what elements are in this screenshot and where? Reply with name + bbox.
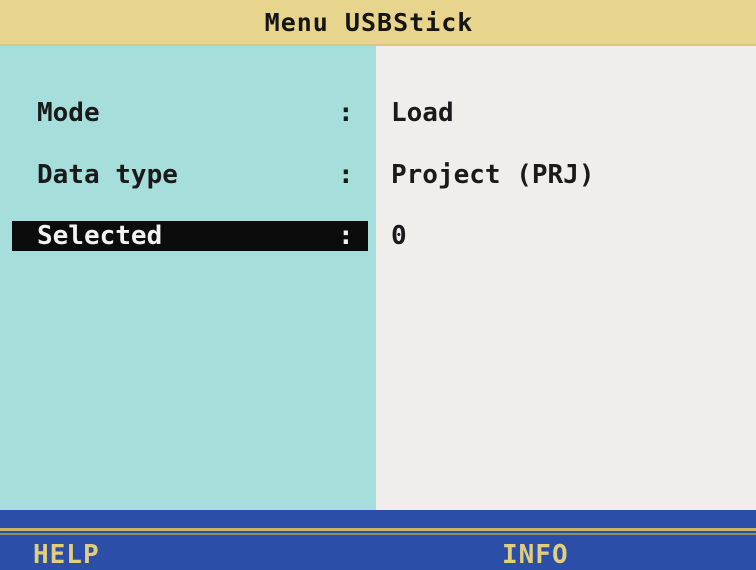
info-softkey[interactable]: INFO: [502, 540, 569, 570]
page-title: Menu USBStick: [264, 7, 474, 37]
help-softkey[interactable]: HELP: [33, 540, 100, 570]
softkey-bar-divider: [0, 528, 756, 531]
menu-row-colon: :: [338, 160, 354, 190]
usb-stick-menu-screen: Menu USBStick Mode : Load Data type : Pr…: [0, 0, 756, 570]
menu-row-colon: :: [338, 221, 354, 251]
menu-row-label: Mode: [37, 98, 100, 128]
title-bar: Menu USBStick: [0, 0, 756, 46]
menu-row-selected[interactable]: Selected :: [12, 221, 368, 251]
menu-row-colon: :: [338, 98, 354, 128]
menu-row-value-mode[interactable]: Load: [391, 98, 454, 128]
menu-row-value-data-type[interactable]: Project (PRJ): [391, 160, 595, 190]
menu-row-label: Selected: [37, 221, 163, 251]
softkey-bar: HELP INFO: [0, 510, 756, 570]
menu-row-value-selected[interactable]: 0: [391, 221, 407, 251]
menu-row-label: Data type: [37, 160, 178, 190]
softkey-bar-divider-shadow: [0, 533, 756, 535]
menu-row-mode[interactable]: Mode :: [0, 98, 376, 128]
menu-row-data-type[interactable]: Data type :: [0, 160, 376, 190]
